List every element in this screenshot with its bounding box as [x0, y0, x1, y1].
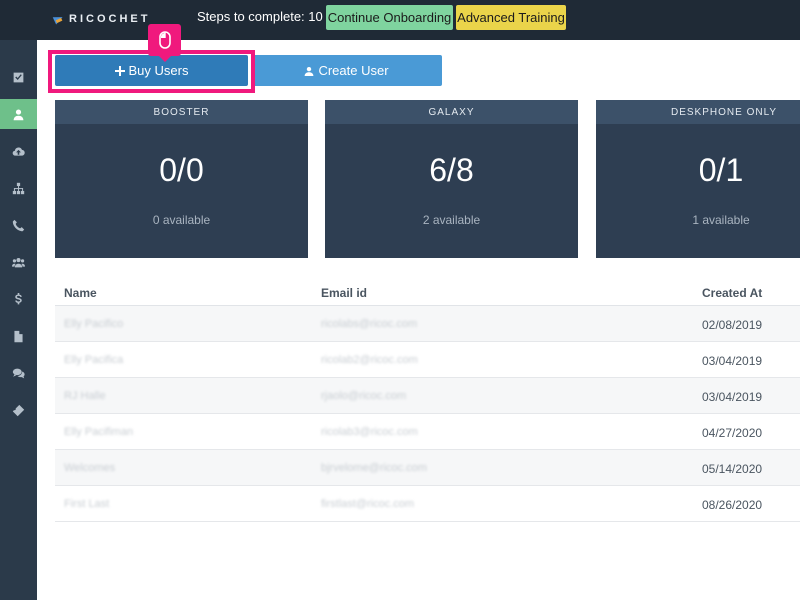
sidebar-item-users[interactable]	[0, 99, 43, 129]
card-available: 2 available	[422, 213, 481, 227]
sidebar-item-upload[interactable]	[0, 136, 37, 166]
sidebar-nav	[0, 40, 43, 600]
sidebar-item-calls[interactable]	[0, 210, 37, 240]
sidebar-item-messages[interactable]	[0, 358, 37, 388]
mouse-icon	[158, 31, 171, 49]
dollar-icon	[15, 292, 22, 304]
user-created-at: 03/04/2019	[702, 390, 763, 404]
table-row[interactable]: RJ Halle rjaolo@ricoc.com 03/04/2019	[55, 378, 800, 414]
user-email: rjaolo@ricoc.com	[321, 390, 407, 402]
main-content: Buy Users Create User BOOSTER 0/0 0 avai…	[37, 24, 800, 600]
card-count: 0/0	[159, 152, 204, 188]
group-icon	[12, 257, 25, 267]
user-email: firstlast@ricoc.com	[321, 498, 415, 510]
sidebar-item-teams[interactable]	[0, 247, 37, 277]
logo-mark-icon	[54, 13, 66, 25]
column-header-name[interactable]: Name	[64, 286, 97, 300]
user-created-at: 05/14/2020	[702, 462, 763, 476]
continue-onboarding-button[interactable]: Continue Onboarding	[326, 5, 453, 30]
license-card-booster: BOOSTER 0/0 0 available	[55, 100, 308, 258]
click-callout	[148, 24, 181, 62]
sidebar-item-tasks[interactable]	[0, 62, 37, 92]
license-card-galaxy: GALAXY 6/8 2 available	[325, 100, 578, 258]
user-email: bjrvelome@ricoc.com	[321, 462, 427, 474]
user-icon	[13, 108, 24, 120]
table-row[interactable]: Elly Pacifica ricolab2@ricoc.com 03/04/2…	[55, 342, 800, 378]
user-name: Welcomes	[64, 462, 116, 474]
create-user-label: Create User	[318, 63, 389, 78]
card-title: BOOSTER	[55, 100, 308, 124]
advanced-training-button[interactable]: Advanced Training	[456, 5, 566, 30]
table-row[interactable]: Elly Pacifiman ricolab3@ricoc.com 04/27/…	[55, 414, 800, 450]
create-user-button[interactable]: Create User	[251, 55, 442, 86]
table-row[interactable]: Elly Pacifico ricolabs@ricoc.com 02/08/2…	[55, 306, 800, 342]
org-chart-icon	[12, 182, 25, 194]
table-row[interactable]: Welcomes bjrvelome@ricoc.com 05/14/2020	[55, 450, 800, 486]
sidebar-item-hierarchy[interactable]	[0, 173, 37, 203]
cloud-upload-icon	[12, 146, 25, 156]
table-body: Elly Pacifico ricolabs@ricoc.com 02/08/2…	[55, 306, 800, 522]
card-title: DESKPHONE ONLY	[596, 100, 800, 124]
table-row[interactable]: First Last firstlast@ricoc.com 08/26/202…	[55, 486, 800, 522]
user-name: First Last	[64, 498, 110, 510]
buy-users-highlight	[48, 24, 255, 93]
user-email: ricolabs@ricoc.com	[321, 318, 418, 330]
sidebar-item-tickets[interactable]	[0, 395, 37, 425]
card-count: 6/8	[429, 152, 474, 188]
sidebar-item-billing[interactable]	[0, 284, 37, 314]
checkbox-icon	[13, 72, 24, 82]
phone-icon	[12, 219, 25, 231]
card-available: 0 available	[152, 213, 211, 227]
table-header: Name Email id Created At	[55, 278, 800, 306]
user-name: Elly Pacifiman	[64, 426, 134, 438]
ticket-icon	[12, 404, 25, 416]
user-email: ricolab2@ricoc.com	[321, 354, 418, 366]
column-header-email[interactable]: Email id	[321, 286, 367, 300]
user-name: RJ Halle	[64, 390, 106, 402]
user-created-at: 08/26/2020	[702, 498, 763, 512]
card-available: 1 available	[692, 213, 750, 227]
steps-to-complete: Steps to complete: 10	[197, 9, 323, 24]
user-created-at: 02/08/2019	[702, 318, 763, 332]
chat-icon	[12, 368, 25, 378]
license-card-deskphone-only: DESKPHONE ONLY 0/1 1 available	[596, 100, 800, 258]
sidebar-item-documents[interactable]	[0, 321, 37, 351]
top-bar: RICOCHET Steps to complete: 10 Continue …	[0, 0, 800, 40]
user-created-at: 03/04/2019	[702, 354, 763, 368]
user-name: Elly Pacifico	[64, 318, 124, 330]
users-table: Name Email id Created At Elly Pacifico r…	[55, 278, 800, 522]
user-created-at: 04/27/2020	[702, 426, 763, 440]
user-name: Elly Pacifica	[64, 354, 124, 366]
card-count: 0/1	[698, 152, 744, 188]
column-header-created-at[interactable]: Created At	[702, 286, 762, 300]
file-icon	[14, 330, 23, 342]
user-email: ricolab3@ricoc.com	[321, 426, 418, 438]
ricochet-logo[interactable]: RICOCHET	[54, 12, 150, 26]
user-icon	[305, 66, 314, 76]
logo-text: RICOCHET	[69, 13, 151, 25]
card-title: GALAXY	[325, 100, 578, 124]
